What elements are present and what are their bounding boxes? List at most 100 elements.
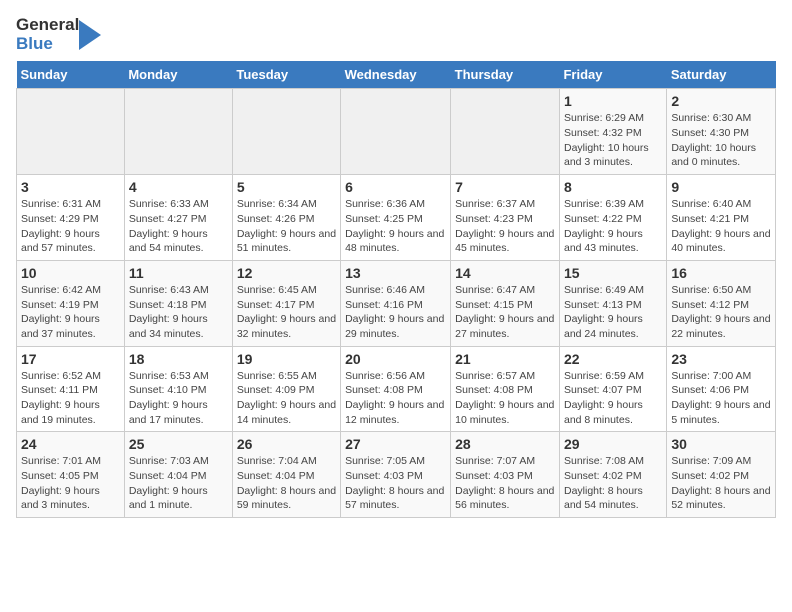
day-detail: Sunrise: 6:36 AM Sunset: 4:25 PM Dayligh… [345,197,446,256]
calendar-cell: 16 Sunrise: 6:50 AM Sunset: 4:12 PM Dayli… [667,260,776,346]
calendar-cell [341,89,451,175]
calendar-cell: 6 Sunrise: 6:36 AM Sunset: 4:25 PM Daylig… [341,175,451,261]
day-number: 7 [455,179,555,195]
day-detail: Sunrise: 6:42 AM Sunset: 4:19 PM Dayligh… [21,283,120,342]
logo-general-text: General [16,16,79,35]
day-detail: Sunrise: 7:03 AM Sunset: 4:04 PM Dayligh… [129,454,228,513]
calendar-cell [451,89,560,175]
calendar-week-row: 24 Sunrise: 7:01 AM Sunset: 4:05 PM Dayli… [17,432,776,518]
calendar-cell: 1 Sunrise: 6:29 AM Sunset: 4:32 PM Daylig… [559,89,666,175]
day-number: 16 [671,265,771,281]
day-detail: Sunrise: 6:49 AM Sunset: 4:13 PM Dayligh… [564,283,662,342]
day-detail: Sunrise: 7:08 AM Sunset: 4:02 PM Dayligh… [564,454,662,513]
day-detail: Sunrise: 7:09 AM Sunset: 4:02 PM Dayligh… [671,454,771,513]
calendar-week-row: 17 Sunrise: 6:52 AM Sunset: 4:11 PM Dayli… [17,346,776,432]
day-number: 17 [21,351,120,367]
calendar-cell: 7 Sunrise: 6:37 AM Sunset: 4:23 PM Daylig… [451,175,560,261]
day-number: 24 [21,436,120,452]
day-number: 11 [129,265,228,281]
day-detail: Sunrise: 6:39 AM Sunset: 4:22 PM Dayligh… [564,197,662,256]
calendar-cell: 10 Sunrise: 6:42 AM Sunset: 4:19 PM Dayli… [17,260,125,346]
calendar-cell: 14 Sunrise: 6:47 AM Sunset: 4:15 PM Dayli… [451,260,560,346]
weekday-header-saturday: Saturday [667,61,776,89]
calendar-cell: 18 Sunrise: 6:53 AM Sunset: 4:10 PM Dayli… [124,346,232,432]
calendar-cell: 25 Sunrise: 7:03 AM Sunset: 4:04 PM Dayli… [124,432,232,518]
day-detail: Sunrise: 6:37 AM Sunset: 4:23 PM Dayligh… [455,197,555,256]
day-detail: Sunrise: 6:47 AM Sunset: 4:15 PM Dayligh… [455,283,555,342]
weekday-header-wednesday: Wednesday [341,61,451,89]
day-detail: Sunrise: 6:57 AM Sunset: 4:08 PM Dayligh… [455,369,555,428]
calendar-cell [232,89,340,175]
day-number: 10 [21,265,120,281]
day-detail: Sunrise: 6:31 AM Sunset: 4:29 PM Dayligh… [21,197,120,256]
day-number: 30 [671,436,771,452]
calendar-cell: 26 Sunrise: 7:04 AM Sunset: 4:04 PM Dayli… [232,432,340,518]
header: General Blue [16,16,776,53]
day-detail: Sunrise: 6:33 AM Sunset: 4:27 PM Dayligh… [129,197,228,256]
day-detail: Sunrise: 6:56 AM Sunset: 4:08 PM Dayligh… [345,369,446,428]
day-detail: Sunrise: 6:34 AM Sunset: 4:26 PM Dayligh… [237,197,336,256]
day-number: 29 [564,436,662,452]
calendar-week-row: 1 Sunrise: 6:29 AM Sunset: 4:32 PM Daylig… [17,89,776,175]
calendar-cell: 11Sunrise: 6:43 AM Sunset: 4:18 PM Dayli… [124,260,232,346]
day-detail: Sunrise: 6:59 AM Sunset: 4:07 PM Dayligh… [564,369,662,428]
day-number: 2 [671,93,771,109]
calendar-cell: 5 Sunrise: 6:34 AM Sunset: 4:26 PM Daylig… [232,175,340,261]
day-number: 3 [21,179,120,195]
calendar-cell: 30 Sunrise: 7:09 AM Sunset: 4:02 PM Dayli… [667,432,776,518]
day-detail: Sunrise: 6:40 AM Sunset: 4:21 PM Dayligh… [671,197,771,256]
calendar-cell: 3 Sunrise: 6:31 AM Sunset: 4:29 PM Daylig… [17,175,125,261]
day-number: 12 [237,265,336,281]
day-detail: Sunrise: 6:52 AM Sunset: 4:11 PM Dayligh… [21,369,120,428]
day-number: 22 [564,351,662,367]
weekday-header-tuesday: Tuesday [232,61,340,89]
weekday-header-thursday: Thursday [451,61,560,89]
logo-blue-text: Blue [16,35,79,54]
day-detail: Sunrise: 7:04 AM Sunset: 4:04 PM Dayligh… [237,454,336,513]
day-number: 18 [129,351,228,367]
calendar-cell: 4 Sunrise: 6:33 AM Sunset: 4:27 PM Daylig… [124,175,232,261]
day-detail: Sunrise: 6:45 AM Sunset: 4:17 PM Dayligh… [237,283,336,342]
day-number: 27 [345,436,446,452]
weekday-header-row: SundayMondayTuesdayWednesdayThursdayFrid… [17,61,776,89]
calendar-cell: 17 Sunrise: 6:52 AM Sunset: 4:11 PM Dayli… [17,346,125,432]
day-detail: Sunrise: 7:07 AM Sunset: 4:03 PM Dayligh… [455,454,555,513]
day-number: 15 [564,265,662,281]
calendar-cell: 20 Sunrise: 6:56 AM Sunset: 4:08 PM Dayli… [341,346,451,432]
day-detail: Sunrise: 6:50 AM Sunset: 4:12 PM Dayligh… [671,283,771,342]
day-number: 19 [237,351,336,367]
day-number: 14 [455,265,555,281]
calendar-cell: 27Sunrise: 7:05 AM Sunset: 4:03 PM Dayli… [341,432,451,518]
calendar-cell: 8Sunrise: 6:39 AM Sunset: 4:22 PM Daylig… [559,175,666,261]
calendar-cell: 15 Sunrise: 6:49 AM Sunset: 4:13 PM Dayli… [559,260,666,346]
day-number: 20 [345,351,446,367]
weekday-header-sunday: Sunday [17,61,125,89]
day-number: 13 [345,265,446,281]
weekday-header-monday: Monday [124,61,232,89]
day-number: 5 [237,179,336,195]
day-detail: Sunrise: 7:01 AM Sunset: 4:05 PM Dayligh… [21,454,120,513]
calendar-cell: 19 Sunrise: 6:55 AM Sunset: 4:09 PM Dayli… [232,346,340,432]
calendar-cell: 22 Sunrise: 6:59 AM Sunset: 4:07 PM Dayli… [559,346,666,432]
logo: General Blue [16,16,101,53]
day-number: 9 [671,179,771,195]
day-detail: Sunrise: 6:30 AM Sunset: 4:30 PM Dayligh… [671,111,771,170]
calendar-cell: 29 Sunrise: 7:08 AM Sunset: 4:02 PM Dayli… [559,432,666,518]
day-detail: Sunrise: 6:53 AM Sunset: 4:10 PM Dayligh… [129,369,228,428]
calendar-cell: 12 Sunrise: 6:45 AM Sunset: 4:17 PM Dayli… [232,260,340,346]
day-number: 4 [129,179,228,195]
day-number: 1 [564,93,662,109]
day-number: 28 [455,436,555,452]
day-detail: Sunrise: 6:55 AM Sunset: 4:09 PM Dayligh… [237,369,336,428]
day-number: 25 [129,436,228,452]
day-detail: Sunrise: 7:00 AM Sunset: 4:06 PM Dayligh… [671,369,771,428]
day-number: 26 [237,436,336,452]
calendar-cell [17,89,125,175]
day-number: 6 [345,179,446,195]
calendar-cell: 28 Sunrise: 7:07 AM Sunset: 4:03 PM Dayli… [451,432,560,518]
day-detail: Sunrise: 6:29 AM Sunset: 4:32 PM Dayligh… [564,111,662,170]
calendar-cell: 2 Sunrise: 6:30 AM Sunset: 4:30 PM Daylig… [667,89,776,175]
calendar-cell: 24 Sunrise: 7:01 AM Sunset: 4:05 PM Dayli… [17,432,125,518]
calendar-week-row: 10 Sunrise: 6:42 AM Sunset: 4:19 PM Dayli… [17,260,776,346]
calendar-cell: 23Sunrise: 7:00 AM Sunset: 4:06 PM Dayli… [667,346,776,432]
